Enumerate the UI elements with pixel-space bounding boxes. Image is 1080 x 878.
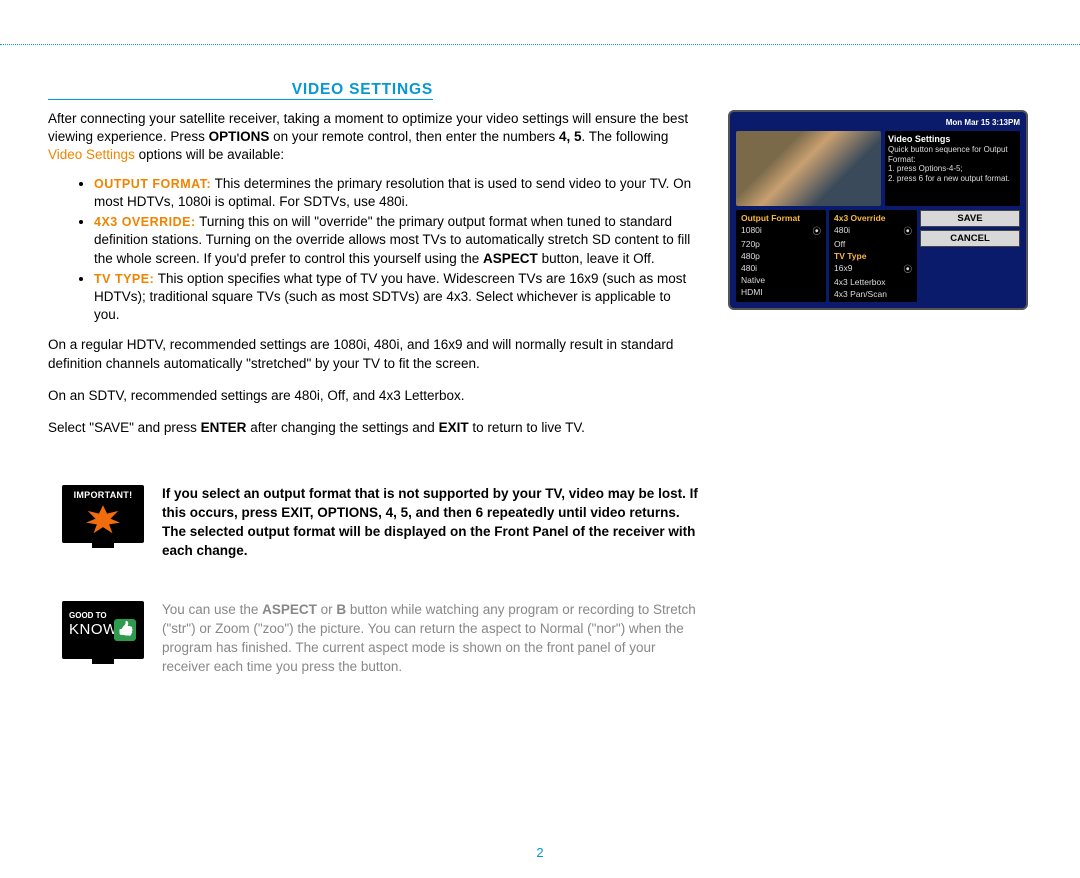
list-item: 16x9⦿ (829, 262, 917, 276)
bullet-tv-type: TV TYPE: This option specifies what type… (94, 270, 698, 325)
tv-info-panel: Video Settings Quick button sequence for… (885, 131, 1020, 206)
section-title: VIDEO SETTINGS (48, 75, 433, 100)
list-item: 1080i⦿ (736, 224, 826, 238)
good-to-know-icon: GOOD TO KNOW (62, 601, 144, 659)
bullet-4x3-override: 4X3 OVERRIDE: Turning this on will "over… (94, 213, 698, 268)
good-to-know-text: You can use the ASPECT or B button while… (162, 601, 702, 677)
bullet-text: This option specifies what type of TV yo… (94, 271, 686, 322)
tv-info-title: Video Settings (888, 134, 1017, 145)
main-content: After connecting your satellite receiver… (48, 110, 698, 447)
text: on your remote control, then enter the n… (269, 129, 559, 144)
list-item: HDMI (736, 286, 826, 298)
important-text: If you select an output format that is n… (162, 485, 702, 561)
list-item: 480p (736, 250, 826, 262)
bold-numbers: 4, 5 (559, 129, 582, 144)
list-item: Native (736, 274, 826, 286)
bold-aspect: ASPECT (262, 602, 317, 617)
list-item: 480i (736, 262, 826, 274)
list-item: 4x3 Pan/Scan (829, 288, 917, 300)
thumbs-up-icon (114, 619, 136, 641)
tv-info-sub: 2. press 6 for a new output format. (888, 174, 1017, 184)
list-item: 480i⦿ (829, 224, 917, 238)
accent-text: Video Settings (48, 147, 135, 162)
text: options will be available: (135, 147, 284, 162)
text: You can use the (162, 602, 262, 617)
text: Select "SAVE" and press (48, 420, 201, 435)
paragraph-hdtv: On a regular HDTV, recommended settings … (48, 336, 698, 372)
bold-enter: ENTER (201, 420, 247, 435)
list-header: Output Format (736, 212, 826, 224)
important-callout: If you select an output format that is n… (62, 485, 1040, 561)
tv-screenshot: Mon Mar 15 3:13PM Video Settings Quick b… (728, 110, 1028, 310)
text: after changing the settings and (246, 420, 438, 435)
list-header: TV Type (829, 250, 917, 262)
paragraph-sdtv: On an SDTV, recommended settings are 480… (48, 387, 698, 405)
page-number: 2 (0, 845, 1080, 860)
tv-save-button: SAVE (920, 210, 1020, 227)
list-header: 4x3 Override (829, 212, 917, 224)
tv-info-sub: 1. press Options-4-5; (888, 164, 1017, 174)
list-item: 4x3 Letterbox (829, 276, 917, 288)
bold-exit: EXIT (439, 420, 469, 435)
list-item: Off (829, 238, 917, 250)
tv-cancel-button: CANCEL (920, 230, 1020, 247)
tv-override-list: 4x3 Override 480i⦿ Off TV Type 16x9⦿ 4x3… (829, 210, 917, 302)
bold-aspect: ASPECT (483, 251, 538, 266)
bullet-output-format: OUTPUT FORMAT: This determines the prima… (94, 175, 698, 211)
bullet-text: button, leave it Off. (538, 251, 655, 266)
list-item: 720p (736, 238, 826, 250)
bullet-label: OUTPUT FORMAT: (94, 177, 211, 191)
text: . The following (582, 129, 669, 144)
good-to-know-callout: GOOD TO KNOW You can use the ASPECT or B… (62, 601, 1040, 677)
tv-info-sub: Quick button sequence for Output Format: (888, 145, 1017, 164)
paragraph-save: Select "SAVE" and press ENTER after chan… (48, 419, 698, 437)
tv-output-format-list: Output Format 1080i⦿ 720p 480p 480i Nati… (736, 210, 826, 302)
bullet-label: TV TYPE: (94, 272, 154, 286)
important-icon (62, 485, 144, 543)
icon-label-top: GOOD TO (69, 611, 107, 620)
text: to return to live TV. (469, 420, 585, 435)
intro-paragraph: After connecting your satellite receiver… (48, 110, 698, 165)
tv-date: Mon Mar 15 3:13PM (736, 118, 1020, 127)
bullet-label: 4X3 OVERRIDE: (94, 215, 196, 229)
bold-options: OPTIONS (209, 129, 270, 144)
bold-b: B (336, 602, 346, 617)
icon-label-bottom: KNOW (69, 621, 118, 638)
tv-photo-preview (736, 131, 881, 206)
text: or (317, 602, 337, 617)
